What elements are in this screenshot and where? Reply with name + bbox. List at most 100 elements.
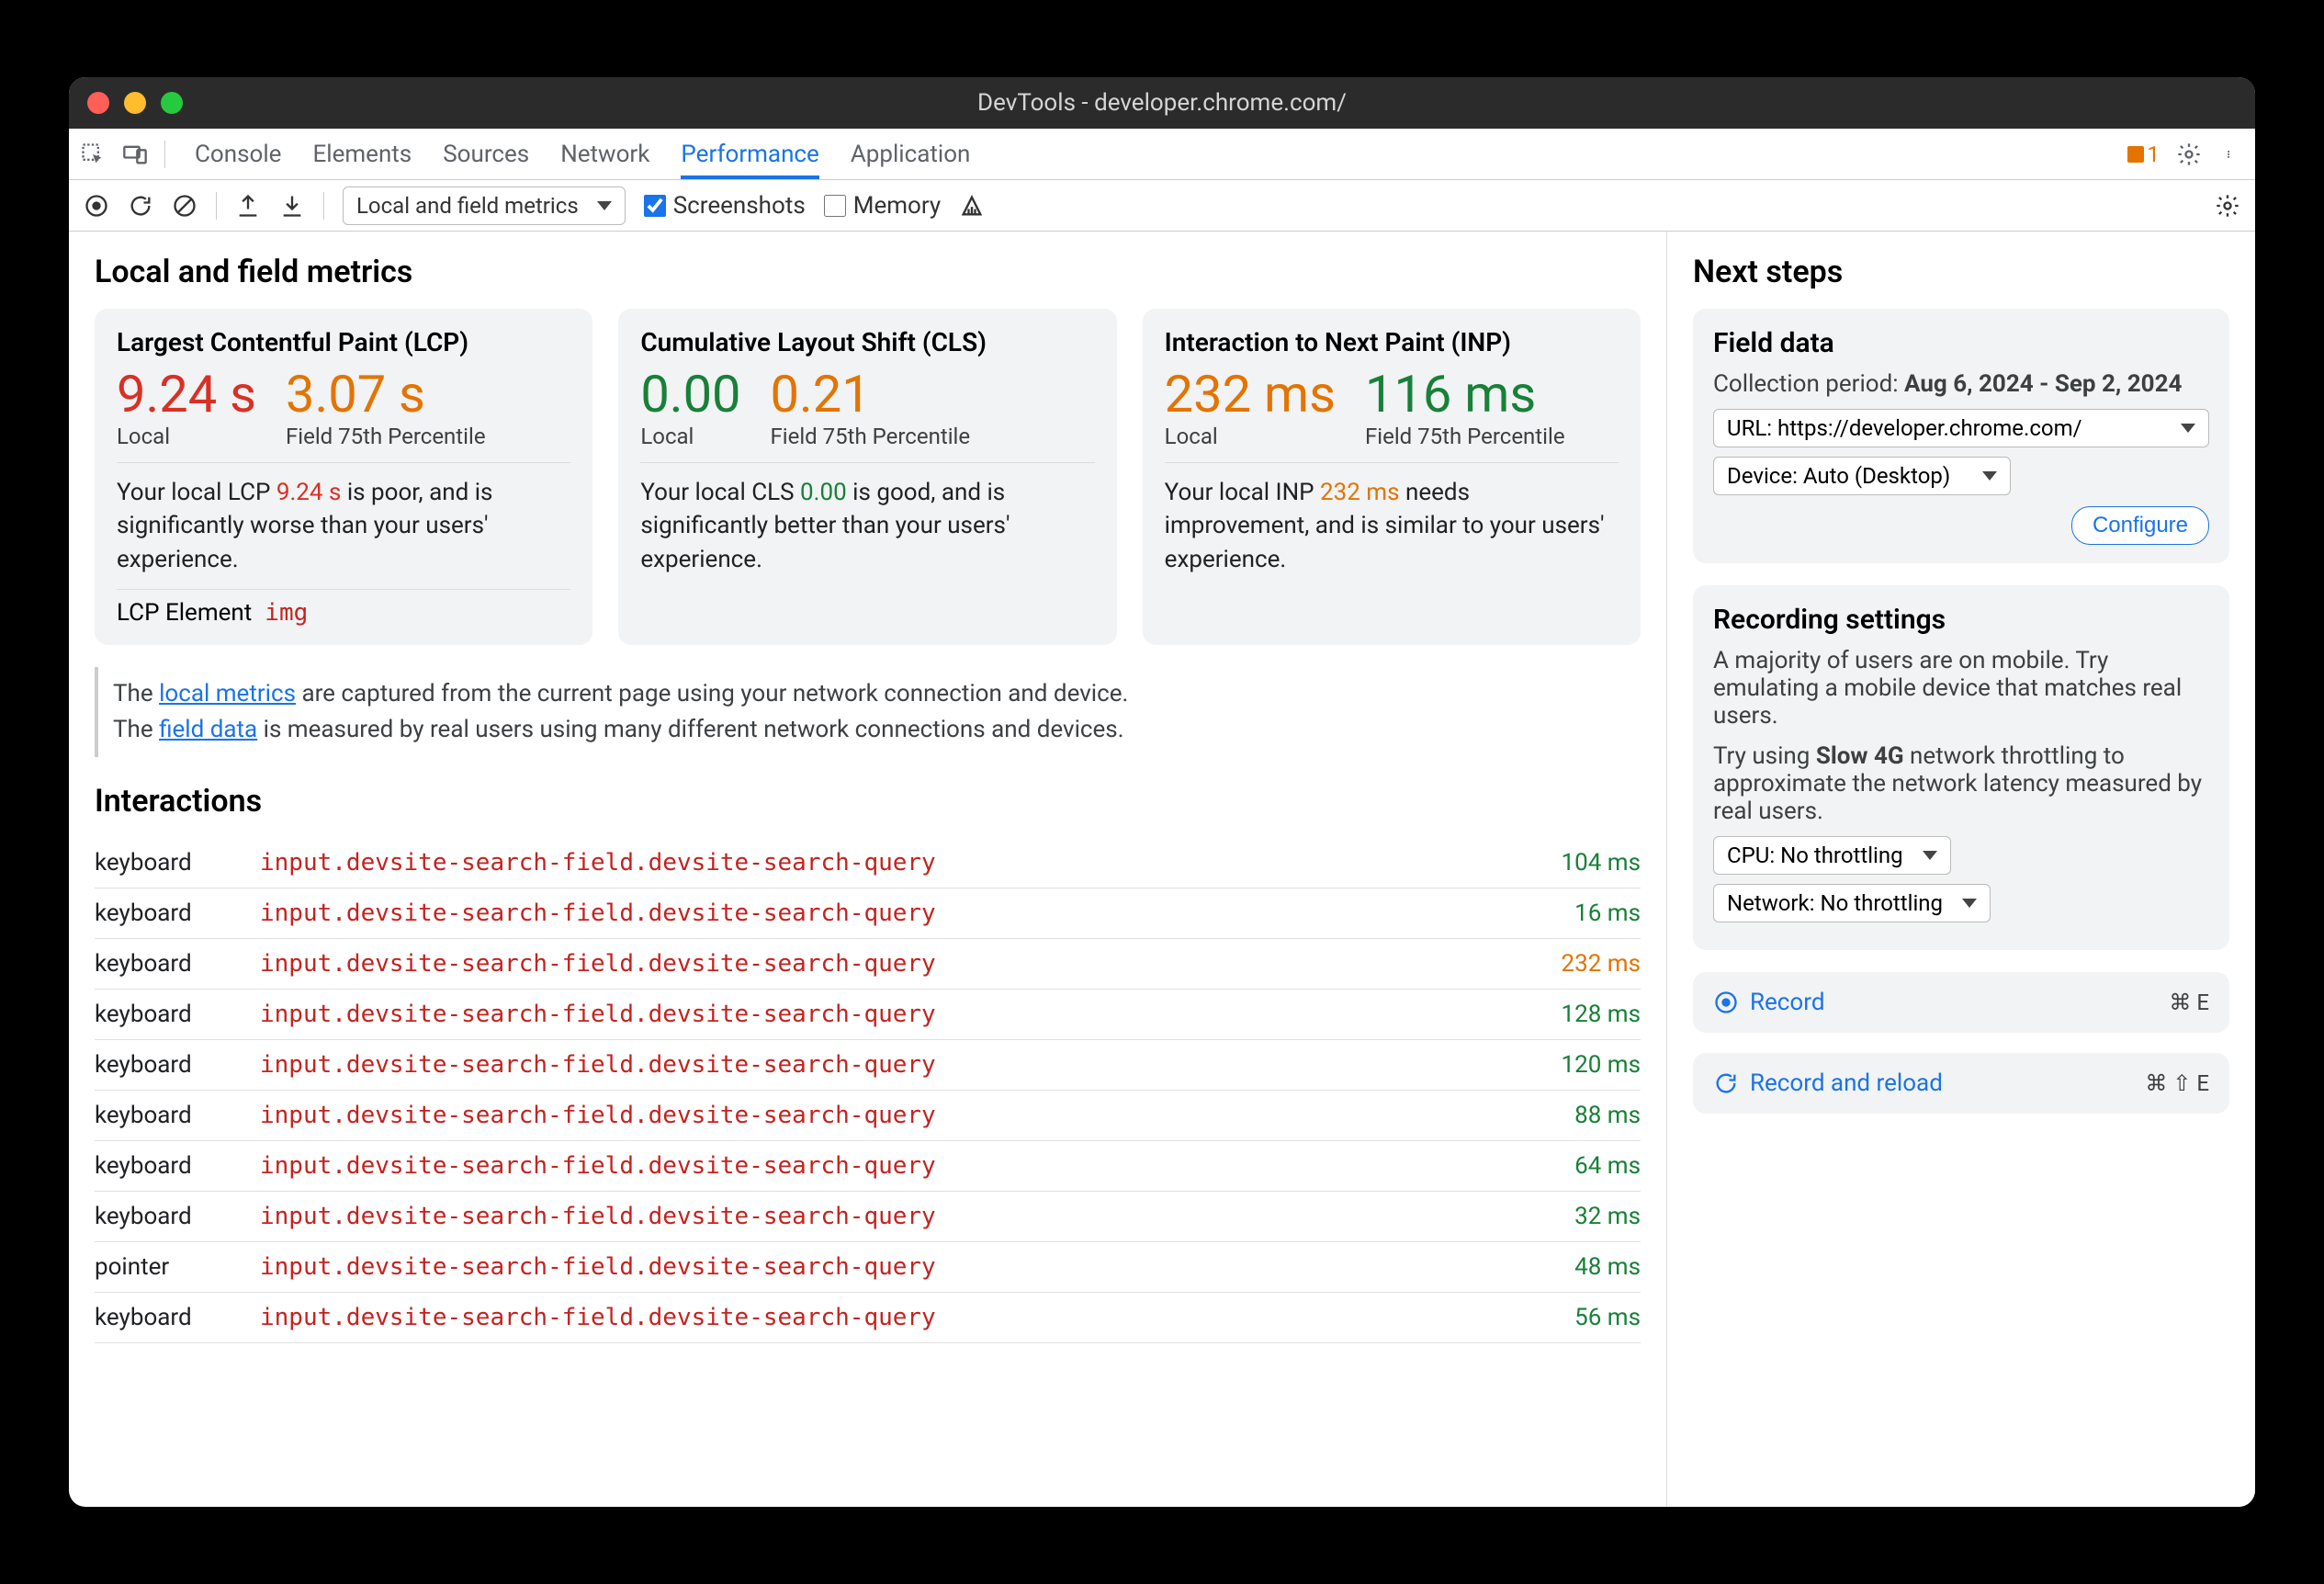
interaction-row[interactable]: keyboard input.devsite-search-field.devs… — [95, 1141, 1641, 1192]
record-reload-shortcut: ⌘ ⇧ E — [2145, 1070, 2209, 1096]
screenshots-checkbox-input[interactable] — [644, 195, 666, 217]
lcp-element-tag[interactable]: img — [265, 599, 308, 627]
interaction-row[interactable]: keyboard input.devsite-search-field.devs… — [95, 1192, 1641, 1242]
metrics-heading: Local and field metrics — [95, 254, 1641, 290]
interaction-row[interactable]: pointer input.devsite-search-field.devsi… — [95, 1242, 1641, 1293]
interaction-selector: input.devsite-search-field.devsite-searc… — [260, 1304, 1512, 1331]
chevron-down-icon — [2181, 424, 2195, 433]
device-toggle-icon[interactable] — [122, 141, 148, 167]
metrics-mode-label: Local and field metrics — [356, 193, 579, 219]
tab-sources[interactable]: Sources — [443, 130, 529, 179]
field-data-link[interactable]: field data — [159, 716, 257, 743]
interaction-duration: 88 ms — [1512, 1102, 1641, 1129]
interaction-row[interactable]: keyboard input.devsite-search-field.devs… — [95, 888, 1641, 939]
panel-tabs: Console Elements Sources Network Perform… — [195, 130, 970, 179]
metric-card: Interaction to Next Paint (INP) 232 ms L… — [1143, 309, 1641, 645]
metrics-pane: Local and field metrics Largest Contentf… — [69, 232, 1667, 1507]
interaction-row[interactable]: keyboard input.devsite-search-field.devs… — [95, 838, 1641, 888]
settings-icon[interactable] — [2176, 141, 2202, 167]
record-shortcut-row[interactable]: Record ⌘ E — [1693, 972, 2229, 1033]
clear-icon[interactable] — [172, 193, 197, 219]
close-window-button[interactable] — [87, 92, 109, 114]
record-icon — [1713, 990, 1739, 1015]
garbage-collect-icon[interactable] — [959, 193, 985, 219]
panel-settings-icon[interactable] — [2215, 193, 2240, 219]
record-label: Record — [1750, 989, 1824, 1016]
metric-description: Your local LCP 9.24 s is poor, and is si… — [117, 476, 570, 576]
interactions-heading: Interactions — [95, 783, 1641, 820]
metric-card: Cumulative Layout Shift (CLS) 0.00 Local… — [618, 309, 1116, 645]
interaction-type: keyboard — [95, 849, 260, 877]
minimize-window-button[interactable] — [124, 92, 146, 114]
tab-network[interactable]: Network — [560, 130, 649, 179]
interaction-duration: 120 ms — [1512, 1051, 1641, 1079]
network-throttling-dropdown[interactable]: Network: No throttling — [1713, 884, 1991, 922]
tab-console[interactable]: Console — [195, 130, 281, 179]
tab-performance[interactable]: Performance — [681, 130, 818, 179]
devtools-tabbar: Console Elements Sources Network Perform… — [69, 129, 2255, 180]
recording-settings-text1: A majority of users are on mobile. Try e… — [1713, 647, 2209, 730]
cpu-throttling-dropdown[interactable]: CPU: No throttling — [1713, 836, 1951, 875]
upload-icon[interactable] — [235, 193, 261, 219]
lcp-element-label: LCP Element — [117, 599, 252, 627]
interaction-row[interactable]: keyboard input.devsite-search-field.devs… — [95, 1040, 1641, 1091]
interaction-row[interactable]: keyboard input.devsite-search-field.devs… — [95, 939, 1641, 990]
interaction-selector: input.devsite-search-field.devsite-searc… — [260, 1253, 1512, 1281]
warnings-badge[interactable]: 1 — [2127, 141, 2160, 167]
field-data-title: Field data — [1713, 327, 2209, 359]
metric-local-value: 232 ms — [1165, 368, 1336, 420]
metric-title: Largest Contentful Paint (LCP) — [117, 327, 570, 357]
interaction-type: keyboard — [95, 899, 260, 927]
interaction-selector: input.devsite-search-field.devsite-searc… — [260, 1102, 1512, 1129]
reload-record-icon[interactable] — [128, 193, 153, 219]
screenshots-checkbox[interactable]: Screenshots — [644, 192, 806, 220]
interaction-duration: 48 ms — [1512, 1253, 1641, 1281]
record-reload-shortcut-row[interactable]: Record and reload ⌘ ⇧ E — [1693, 1053, 2229, 1114]
interaction-selector: input.devsite-search-field.devsite-searc… — [260, 950, 1512, 978]
tab-elements[interactable]: Elements — [312, 130, 412, 179]
interaction-duration: 56 ms — [1512, 1304, 1641, 1331]
metric-field-value: 116 ms — [1365, 368, 1565, 420]
interaction-selector: input.devsite-search-field.devsite-searc… — [260, 849, 1512, 877]
metric-local-label: Local — [117, 424, 256, 449]
url-dropdown[interactable]: URL: https://developer.chrome.com/ — [1713, 409, 2209, 447]
metric-cards: Largest Contentful Paint (LCP) 9.24 s Lo… — [95, 309, 1641, 645]
interaction-selector: input.devsite-search-field.devsite-searc… — [260, 1203, 1512, 1230]
more-icon[interactable] — [2218, 141, 2244, 167]
interaction-type: keyboard — [95, 1203, 260, 1230]
metric-local-value: 0.00 — [640, 368, 740, 420]
window-title: DevTools - developer.chrome.com/ — [977, 89, 1347, 117]
record-shortcut: ⌘ E — [2169, 990, 2209, 1015]
memory-checkbox-input[interactable] — [824, 195, 846, 217]
interaction-type: keyboard — [95, 1051, 260, 1079]
interaction-duration: 128 ms — [1512, 1001, 1641, 1028]
download-icon[interactable] — [279, 193, 305, 219]
local-metrics-link[interactable]: local metrics — [159, 680, 296, 707]
maximize-window-button[interactable] — [161, 92, 183, 114]
metric-field-label: Field 75th Percentile — [771, 424, 971, 449]
chevron-down-icon — [1962, 899, 1977, 908]
memory-checkbox[interactable]: Memory — [824, 192, 941, 220]
metric-local-label: Local — [1165, 424, 1336, 449]
metrics-mode-dropdown[interactable]: Local and field metrics — [343, 187, 626, 225]
inspect-element-icon[interactable] — [80, 141, 106, 167]
tab-application[interactable]: Application — [851, 130, 971, 179]
field-data-panel: Field data Collection period: Aug 6, 202… — [1693, 309, 2229, 563]
configure-button[interactable]: Configure — [2071, 506, 2209, 545]
interaction-type: keyboard — [95, 950, 260, 978]
interaction-type: keyboard — [95, 1152, 260, 1180]
interaction-row[interactable]: keyboard input.devsite-search-field.devs… — [95, 1293, 1641, 1343]
interaction-selector: input.devsite-search-field.devsite-searc… — [260, 1001, 1512, 1028]
reload-icon — [1713, 1070, 1739, 1096]
recording-settings-panel: Recording settings A majority of users a… — [1693, 585, 2229, 950]
interaction-duration: 16 ms — [1512, 899, 1641, 927]
record-button-icon[interactable] — [84, 193, 109, 219]
interaction-row[interactable]: keyboard input.devsite-search-field.devs… — [95, 990, 1641, 1040]
content-area: Local and field metrics Largest Contentf… — [69, 232, 2255, 1507]
chevron-down-icon — [597, 201, 612, 210]
device-dropdown[interactable]: Device: Auto (Desktop) — [1713, 457, 2011, 495]
metric-field-value: 3.07 s — [286, 368, 486, 420]
record-reload-label: Record and reload — [1750, 1069, 1943, 1097]
chevron-down-icon — [1982, 471, 1997, 481]
interaction-row[interactable]: keyboard input.devsite-search-field.devs… — [95, 1091, 1641, 1141]
